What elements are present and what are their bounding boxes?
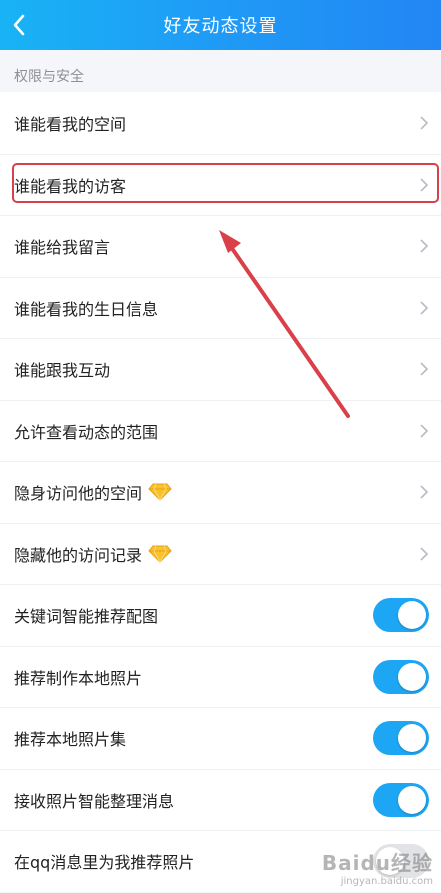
toggle-switch[interactable] xyxy=(373,721,429,756)
title-bar: 好友动态设置 xyxy=(0,0,441,50)
row-label: 推荐制作本地照片 xyxy=(14,668,143,688)
chevron-right-icon xyxy=(420,424,429,438)
row-recommend-local-photos: 推荐制作本地照片 xyxy=(0,645,441,708)
row-qq-message-photo-recommend: 在qq消息里为我推荐照片 xyxy=(0,830,441,892)
row-who-can-view-my-space[interactable]: 谁能看我的空间 xyxy=(0,92,441,154)
row-who-can-view-birthday[interactable]: 谁能看我的生日信息 xyxy=(0,276,441,339)
chevron-right-icon xyxy=(420,301,429,315)
settings-list: 谁能看我的空间 谁能看我的访客 谁能给我留言 谁能看我的生日信息 谁能跟我互动 … xyxy=(0,92,441,892)
row-recommend-photo-albums: 推荐本地照片集 xyxy=(0,707,441,769)
toggle-knob xyxy=(398,785,426,814)
chevron-right-icon xyxy=(420,116,429,130)
toggle-switch[interactable] xyxy=(373,659,429,694)
chevron-right-icon xyxy=(420,547,429,561)
toggle-knob xyxy=(398,601,426,630)
row-label: 谁能看我的空间 xyxy=(14,114,127,134)
toggle-knob xyxy=(376,847,404,876)
toggle-switch[interactable] xyxy=(373,844,429,879)
row-who-can-leave-messages[interactable]: 谁能给我留言 xyxy=(0,215,441,277)
section-label: 权限与安全 xyxy=(14,69,84,85)
chevron-right-icon xyxy=(420,178,429,192)
row-photo-organize-messages: 接收照片智能整理消息 xyxy=(0,768,441,831)
back-button[interactable] xyxy=(4,8,34,42)
row-hide-visit-records[interactable]: 隐藏他的访问记录 xyxy=(0,522,441,585)
chevron-right-icon xyxy=(420,485,429,499)
row-label: 谁能看我的访客 xyxy=(14,176,127,196)
row-label: 谁能看我的生日信息 xyxy=(14,299,159,319)
toggle-switch[interactable] xyxy=(373,782,429,817)
diamond-icon xyxy=(148,545,172,563)
toggle-knob xyxy=(398,662,426,691)
toggle-switch[interactable] xyxy=(373,598,429,633)
row-keyword-smart-image: 关键词智能推荐配图 xyxy=(0,584,441,646)
row-label: 推荐本地照片集 xyxy=(14,730,127,750)
row-invisible-visit[interactable]: 隐身访问他的空间 xyxy=(0,461,441,523)
row-label: 谁能给我留言 xyxy=(14,238,111,258)
row-label: 关键词智能推荐配图 xyxy=(14,607,159,627)
chevron-right-icon xyxy=(420,362,429,376)
row-label: 允许查看动态的范围 xyxy=(14,422,159,442)
row-who-can-interact[interactable]: 谁能跟我互动 xyxy=(0,338,441,400)
row-label: 在qq消息里为我推荐照片 xyxy=(14,853,195,873)
row-label: 隐藏他的访问记录 xyxy=(14,545,143,565)
page-title: 好友动态设置 xyxy=(163,16,278,37)
row-label: 谁能跟我互动 xyxy=(14,361,111,381)
row-label: 隐身访问他的空间 xyxy=(14,484,143,504)
chevron-right-icon xyxy=(420,239,429,253)
toggle-knob xyxy=(398,724,426,753)
back-arrow-icon xyxy=(13,14,25,36)
row-label: 接收照片智能整理消息 xyxy=(14,791,175,811)
diamond-icon xyxy=(148,483,172,502)
row-feed-visibility-range[interactable]: 允许查看动态的范围 xyxy=(0,399,441,462)
row-who-can-view-my-visitors[interactable]: 谁能看我的访客 xyxy=(0,153,441,216)
